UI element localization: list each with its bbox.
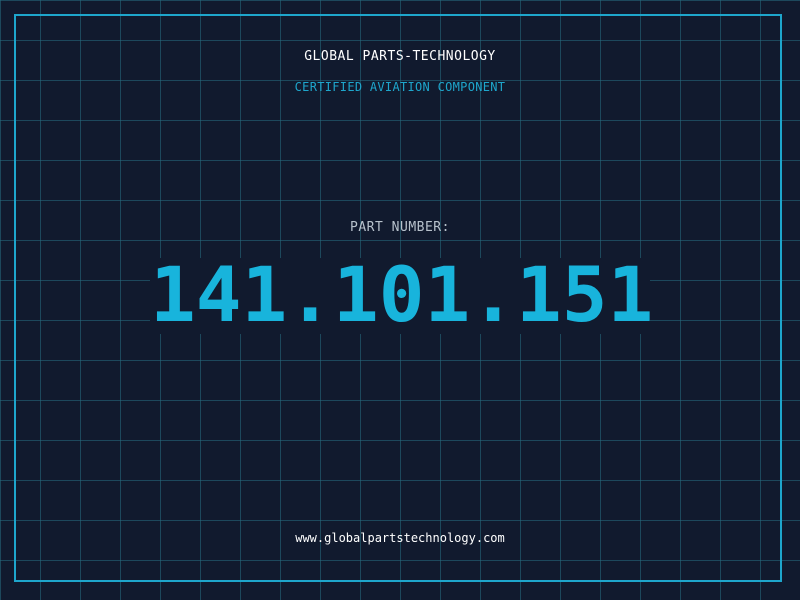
part-number-label: PART NUMBER: bbox=[350, 220, 450, 235]
company-name: GLOBAL PARTS-TECHNOLOGY bbox=[304, 49, 496, 64]
part-number-value: 141.101.151 bbox=[150, 250, 654, 339]
certification-tagline: CERTIFIED AVIATION COMPONENT bbox=[294, 80, 506, 94]
label-card: GLOBAL PARTS-TECHNOLOGY CERTIFIED AVIATI… bbox=[0, 0, 800, 600]
website-url: www.globalpartstechnology.com bbox=[295, 531, 505, 545]
